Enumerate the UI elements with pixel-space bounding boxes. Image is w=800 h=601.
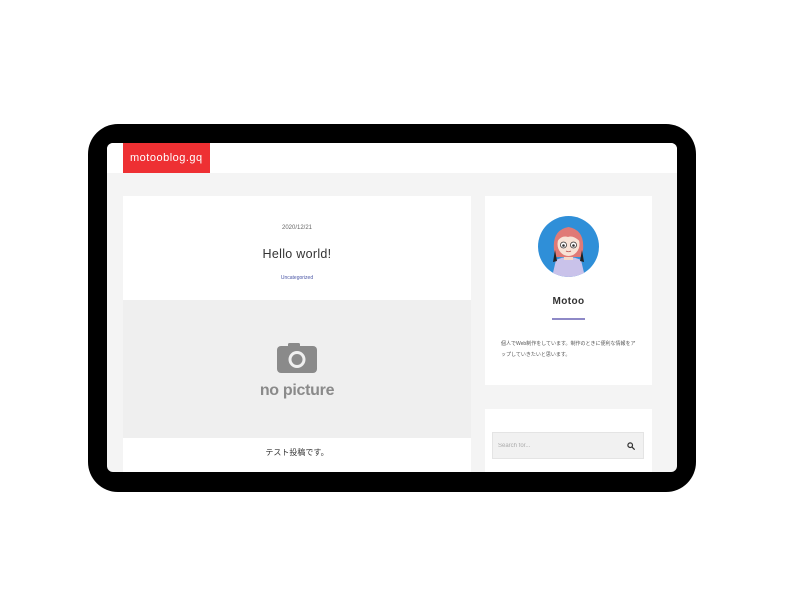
search-input[interactable] [493,433,623,458]
post-card: 2020/12/21 Hello world! Uncategorized no… [123,196,471,472]
profile-divider [552,318,585,320]
avatar [538,216,599,277]
site-header: motooblog.gq [107,143,677,173]
post-thumbnail[interactable]: no picture [123,300,471,438]
profile-bio: 個人でWeb制作をしています。制作のときに便利な情報をアップしていきたいと思いま… [501,341,636,358]
browser-screen: motooblog.gq 2020/12/21 Hello world! Unc… [107,143,677,472]
site-logo[interactable]: motooblog.gq [123,143,210,173]
post-title[interactable]: Hello world! [123,247,471,261]
post-category-link[interactable]: Uncategorized [123,275,471,281]
camera-icon [277,343,317,373]
search-box [492,432,644,459]
post-excerpt: テスト投稿です。 [265,448,329,457]
no-picture-label: no picture [259,382,335,399]
post-date: 2020/12/21 [281,225,313,231]
search-widget [485,409,652,472]
search-button[interactable] [618,433,643,458]
search-icon [626,441,635,450]
profile-widget: Motoo 個人でWeb制作をしています。制作のときに便利な情報をアップしていき… [485,196,652,385]
profile-name: Motoo [552,296,585,307]
